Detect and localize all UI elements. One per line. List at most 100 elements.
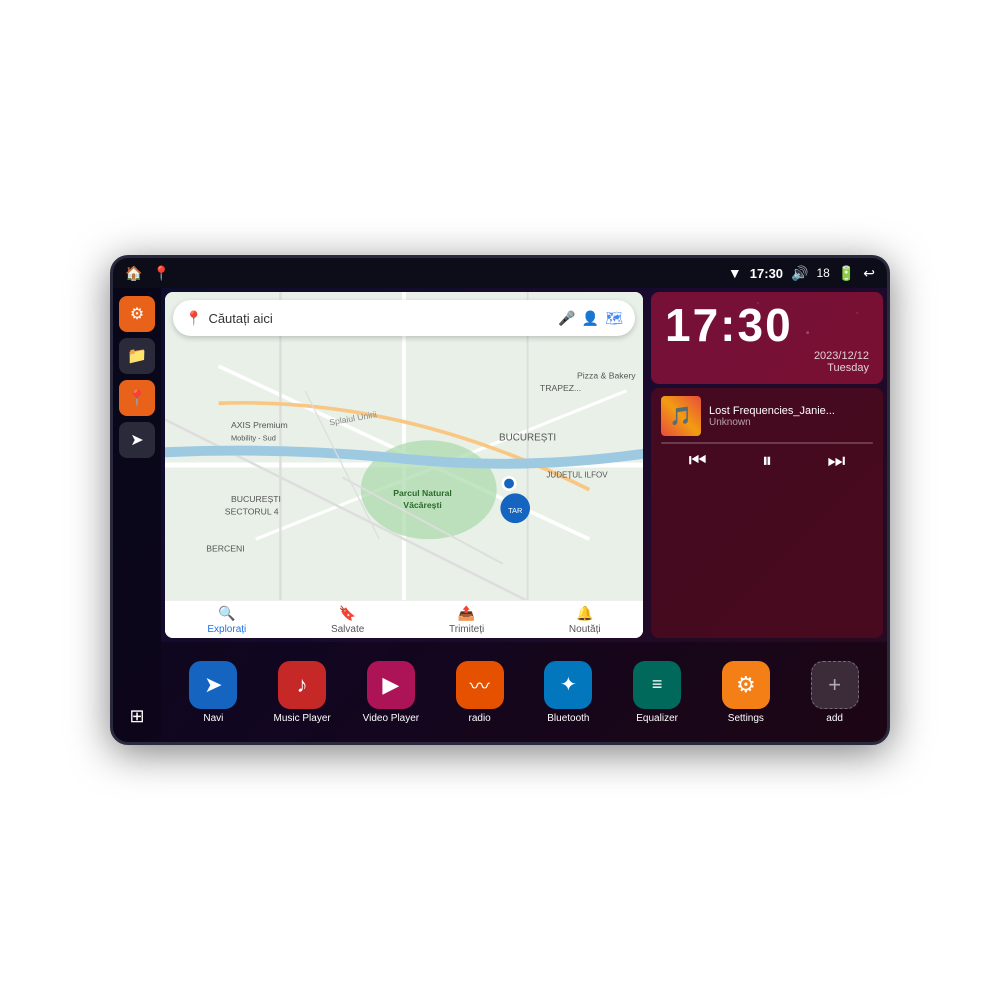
map-tab-news[interactable]: 🔔 Noutăți bbox=[569, 605, 601, 635]
clock-widget: 17:30 2023/12/12 Tuesday 🎵 bbox=[647, 288, 887, 642]
wifi-icon: ▼ bbox=[728, 265, 742, 281]
device-shell: 🏠 📍 ▼ 17:30 🔊 18 🔋 ↩ ⚙ bbox=[110, 255, 890, 745]
battery-icon: 🔋 bbox=[838, 265, 855, 282]
send-label: Trimiteți bbox=[449, 624, 484, 635]
saved-label: Salvate bbox=[331, 624, 364, 635]
explore-icon: 🔍 bbox=[218, 605, 235, 622]
svg-text:Văcărești: Văcărești bbox=[403, 500, 441, 510]
svg-text:BUCUREȘTI: BUCUREȘTI bbox=[231, 494, 281, 504]
app-equalizer[interactable]: ≡ Equalizer bbox=[627, 661, 687, 724]
music-artist: Unknown bbox=[709, 417, 873, 428]
map-background: Parcul Natural Văcărești BUCUREȘTI JUDEȚ… bbox=[165, 292, 643, 638]
next-btn[interactable]: ⏭ bbox=[827, 450, 845, 473]
home-icon[interactable]: 🏠 bbox=[125, 265, 142, 282]
map-tab-explore[interactable]: 🔍 Explorați bbox=[207, 605, 246, 635]
app-navi[interactable]: ➤ Navi bbox=[183, 661, 243, 724]
map-bottom-bar: 🔍 Explorați 🔖 Salvate 📤 Trimiteți � bbox=[165, 600, 643, 638]
app-video-player[interactable]: ▶ Video Player bbox=[361, 661, 421, 724]
radio-label: radio bbox=[469, 713, 491, 724]
music-player-icon: ♪ bbox=[278, 661, 326, 709]
svg-text:BUCUREȘTI: BUCUREȘTI bbox=[499, 432, 556, 443]
sidebar-maps-btn[interactable]: 📍 bbox=[119, 380, 155, 416]
map-tab-saved[interactable]: 🔖 Salvate bbox=[331, 605, 364, 635]
profile-icon[interactable]: 👤 bbox=[582, 310, 599, 327]
svg-text:TAR: TAR bbox=[508, 506, 522, 515]
music-info: Lost Frequencies_Janie... Unknown bbox=[709, 405, 873, 428]
settings-label: Settings bbox=[728, 713, 764, 724]
google-maps-pin-icon: 📍 bbox=[185, 310, 202, 327]
album-art-inner: 🎵 bbox=[661, 396, 701, 436]
app-settings[interactable]: ⚙ Settings bbox=[716, 661, 776, 724]
album-art: 🎵 bbox=[661, 396, 701, 436]
map-search-placeholder[interactable]: Căutați aici bbox=[208, 311, 552, 326]
status-bar: 🏠 📍 ▼ 17:30 🔊 18 🔋 ↩ bbox=[113, 258, 887, 288]
svg-text:SECTORUL 4: SECTORUL 4 bbox=[225, 506, 279, 516]
svg-text:Mobility - Sud: Mobility - Sud bbox=[231, 433, 276, 442]
news-icon: 🔔 bbox=[576, 605, 593, 622]
prev-btn[interactable]: ⏮ bbox=[689, 450, 707, 473]
play-pause-btn[interactable]: ⏸ bbox=[762, 450, 772, 473]
svg-text:AXIS Premium: AXIS Premium bbox=[231, 420, 288, 430]
main-area: ⚙ 📁 📍 ➤ ⊞ bbox=[113, 288, 887, 742]
navi-icon: ➤ bbox=[189, 661, 237, 709]
battery-num: 18 bbox=[816, 266, 829, 280]
svg-text:TRAPEZ...: TRAPEZ... bbox=[540, 383, 581, 393]
layers-icon[interactable]: 🗺 bbox=[605, 310, 623, 327]
maps-icon: 📍 bbox=[127, 388, 147, 408]
clock-time: 17:30 bbox=[665, 302, 869, 348]
volume-icon: 🔊 bbox=[791, 265, 808, 282]
navi-label: Navi bbox=[203, 713, 223, 724]
svg-text:Parcul Natural: Parcul Natural bbox=[393, 488, 452, 498]
app-add[interactable]: + add bbox=[805, 661, 865, 724]
equalizer-label: Equalizer bbox=[636, 713, 678, 724]
music-title: Lost Frequencies_Janie... bbox=[709, 405, 873, 417]
status-right: ▼ 17:30 🔊 18 🔋 ↩ bbox=[728, 265, 875, 282]
saved-icon: 🔖 bbox=[339, 605, 356, 622]
add-icon: + bbox=[811, 661, 859, 709]
sidebar-nav-btn[interactable]: ➤ bbox=[119, 422, 155, 458]
sidebar-settings-btn[interactable]: ⚙ bbox=[119, 296, 155, 332]
svg-text:Pizza & Bakery: Pizza & Bakery bbox=[577, 371, 636, 381]
map-widget[interactable]: 📍 Căutați aici 🎤 👤 🗺 bbox=[165, 292, 643, 638]
settings-icon: ⚙ bbox=[130, 304, 144, 324]
app-radio[interactable]: 〰 radio bbox=[450, 661, 510, 724]
music-top: 🎵 Lost Frequencies_Janie... Unknown bbox=[661, 396, 873, 436]
app-grid: ➤ Navi ♪ Music Player ▶ Video Player bbox=[161, 642, 887, 742]
files-icon: 📁 bbox=[127, 346, 147, 366]
bluetooth-icon: ✦ bbox=[544, 661, 592, 709]
svg-text:JUDEȚUL ILFOV: JUDEȚUL ILFOV bbox=[546, 470, 608, 479]
video-player-label: Video Player bbox=[363, 713, 420, 724]
content-area: 📍 Căutați aici 🎤 👤 🗺 bbox=[161, 288, 887, 742]
settings-app-icon: ⚙ bbox=[722, 661, 770, 709]
sidebar-files-btn[interactable]: 📁 bbox=[119, 338, 155, 374]
bluetooth-label: Bluetooth bbox=[547, 713, 589, 724]
send-icon: 📤 bbox=[458, 605, 475, 622]
nav-icon: ➤ bbox=[130, 430, 143, 450]
music-progress-bar[interactable] bbox=[661, 442, 873, 444]
top-section: 📍 Căutați aici 🎤 👤 🗺 bbox=[161, 288, 887, 642]
svg-text:BERCENI: BERCENI bbox=[206, 544, 244, 554]
back-icon[interactable]: ↩ bbox=[863, 265, 875, 282]
explore-label: Explorați bbox=[207, 624, 246, 635]
location-icon[interactable]: 📍 bbox=[152, 265, 169, 282]
equalizer-icon: ≡ bbox=[633, 661, 681, 709]
grid-icon: ⊞ bbox=[129, 706, 144, 727]
sidebar: ⚙ 📁 📍 ➤ ⊞ bbox=[113, 288, 161, 742]
music-player-label: Music Player bbox=[274, 713, 331, 724]
map-tab-send[interactable]: 📤 Trimiteți bbox=[449, 605, 484, 635]
status-left: 🏠 📍 bbox=[125, 265, 170, 282]
mic-icon[interactable]: 🎤 bbox=[558, 310, 575, 327]
map-search-bar[interactable]: 📍 Căutați aici 🎤 👤 🗺 bbox=[173, 300, 635, 336]
app-bluetooth[interactable]: ✦ Bluetooth bbox=[538, 661, 598, 724]
music-controls: ⏮ ⏸ ⏭ bbox=[661, 450, 873, 473]
status-time: 17:30 bbox=[750, 266, 783, 281]
clock-date: 2023/12/12 Tuesday bbox=[665, 350, 869, 374]
music-card: 🎵 Lost Frequencies_Janie... Unknown ⏮ ⏸ … bbox=[651, 388, 883, 638]
sidebar-grid-btn[interactable]: ⊞ bbox=[119, 698, 155, 734]
clock-card: 17:30 2023/12/12 Tuesday bbox=[651, 292, 883, 384]
radio-icon: 〰 bbox=[456, 661, 504, 709]
add-label: add bbox=[826, 713, 843, 724]
app-music-player[interactable]: ♪ Music Player bbox=[272, 661, 332, 724]
news-label: Noutăți bbox=[569, 624, 601, 635]
video-player-icon: ▶ bbox=[367, 661, 415, 709]
